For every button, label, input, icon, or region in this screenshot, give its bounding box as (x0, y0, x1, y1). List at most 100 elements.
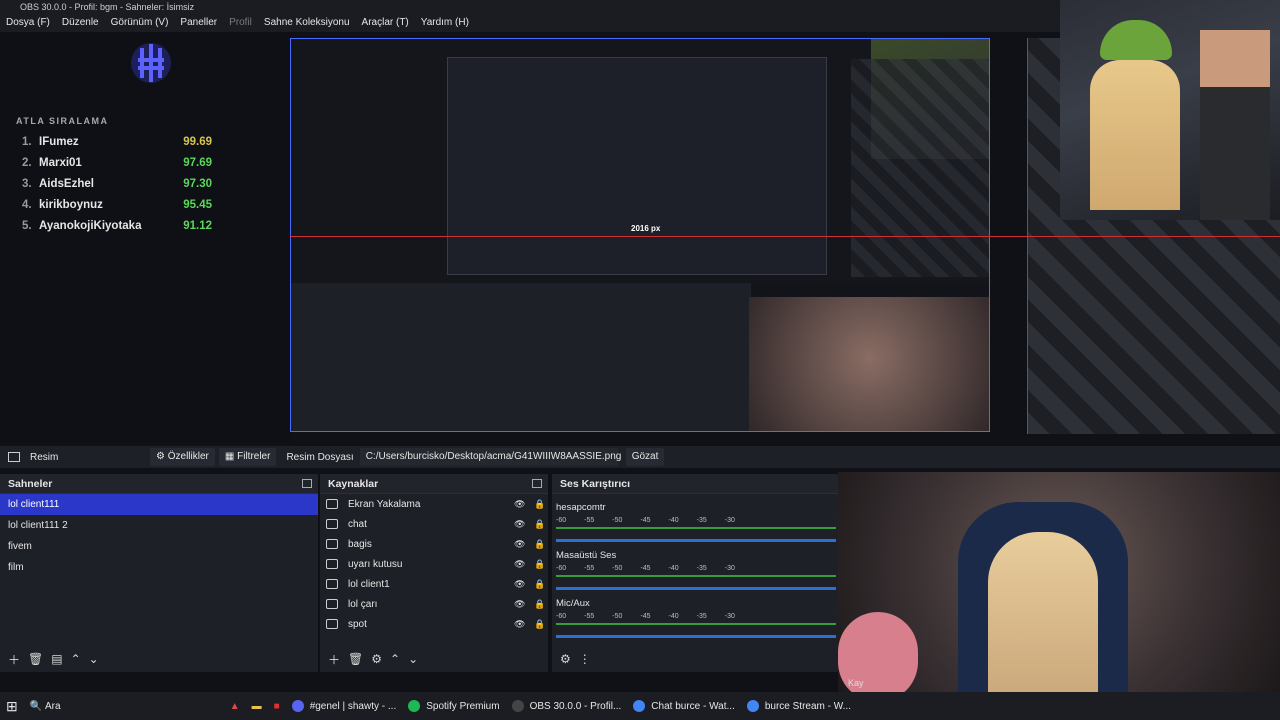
level-meter (556, 527, 836, 529)
eye-icon[interactable]: 👁 (514, 579, 528, 590)
menu-item[interactable]: Düzenle (62, 14, 99, 32)
level-meter (556, 623, 836, 625)
mixer-channel: Masaüstü Ses -60 -55 -50 -45 -40 -35 -30 (556, 550, 840, 590)
lock-icon[interactable]: 🔒 (534, 559, 548, 570)
source-label: Ekran Yakalama (348, 498, 421, 510)
source-item[interactable]: lol client1 👁 🔒 (320, 574, 548, 594)
scale-tick: -45 (640, 517, 651, 524)
browse-button[interactable]: Gözat (625, 448, 665, 466)
lock-icon[interactable]: 🔒 (534, 499, 548, 510)
gear-icon[interactable]: ⚙ (371, 652, 382, 666)
up-icon[interactable]: ⌃ (71, 652, 81, 666)
taskbar-app[interactable]: Chat burce - Wat... (627, 692, 741, 720)
undock-icon[interactable] (302, 479, 312, 488)
lock-icon[interactable]: 🔒 (534, 579, 548, 590)
scale-tick: -55 (584, 613, 595, 620)
gear-icon[interactable]: ⚙ (560, 652, 571, 666)
app-label: OBS 30.0.0 - Profil... (529, 700, 622, 712)
source-label: chat (348, 518, 367, 530)
globe-icon (326, 599, 338, 609)
source-label: uyarı kutusu (348, 558, 403, 570)
menu-item[interactable]: Yardım (H) (421, 14, 469, 32)
scene-item[interactable]: fivem (0, 536, 318, 557)
hat-shape (1100, 20, 1172, 60)
taskbar-app[interactable]: OBS 30.0.0 - Profil... (506, 692, 628, 720)
undock-icon[interactable] (532, 479, 542, 488)
image-icon (8, 452, 20, 462)
menu-item[interactable]: Sahne Koleksiyonu (264, 14, 350, 32)
eye-icon[interactable]: 👁 (514, 619, 528, 630)
filters-button[interactable]: ▦ Filtreler (218, 448, 277, 466)
lock-icon[interactable]: 🔒 (534, 599, 548, 610)
leaderboard-row: 5. AyanokojiKiyotaka 91.12 (22, 220, 212, 238)
lock-icon[interactable]: 🔒 (534, 519, 548, 530)
eye-icon[interactable]: 👁 (514, 599, 528, 610)
menu-item[interactable]: Profil (229, 14, 252, 32)
lock-icon[interactable]: 🔒 (534, 539, 548, 550)
eye-icon[interactable]: 👁 (514, 519, 528, 530)
rank: 4. (22, 199, 32, 211)
photo-source[interactable] (1060, 0, 1280, 220)
scale-tick: -35 (696, 565, 707, 572)
scene-item[interactable]: film (0, 557, 318, 578)
source-item[interactable]: bagis 👁 🔒 (320, 534, 548, 554)
scale-tick: -35 (696, 613, 707, 620)
add-icon[interactable]: ＋ (8, 651, 20, 668)
file-path-field[interactable]: C:/Users/burcisko/Desktop/acma/G41WIIIW8… (359, 448, 621, 466)
menu-item[interactable]: Araçlar (T) (362, 14, 409, 32)
volume-slider[interactable] (556, 635, 836, 638)
up-icon[interactable]: ⌃ (390, 652, 400, 666)
pinned-app-icon[interactable]: ▲ (224, 692, 246, 720)
windows-start-icon[interactable]: ⊞ (0, 692, 24, 720)
leaderboard-row: 2. Marxi01 97.69 (22, 157, 212, 175)
scale-tick: -45 (640, 565, 651, 572)
menu-item[interactable]: Görünüm (V) (111, 14, 169, 32)
rank: 5. (22, 220, 32, 232)
down-icon[interactable]: ⌄ (89, 652, 99, 666)
scene-item[interactable]: lol client111 2 (0, 515, 318, 536)
webcam-source[interactable]: Kay (838, 472, 1280, 702)
source-item[interactable]: spot 👁 🔒 (320, 614, 548, 634)
menu-item[interactable]: Paneller (180, 14, 217, 32)
taskbar-app[interactable]: Spotify Premium (402, 692, 505, 720)
taskbar: ⊞ 🔍 Ara ▲ ▬ ■ #genel | shawty - ... Spoti… (0, 692, 1280, 720)
filter-icon[interactable]: ▤ (51, 652, 62, 666)
menu-dots-icon[interactable]: ⋮ (579, 652, 591, 666)
globe-icon (326, 519, 338, 529)
source-item[interactable]: chat 👁 🔒 (320, 514, 548, 534)
folder-icon[interactable]: ▬ (246, 692, 268, 720)
pinned-app-icon[interactable]: ■ (268, 692, 286, 720)
scene-item[interactable]: lol client111 (0, 494, 318, 515)
volume-slider[interactable] (556, 587, 836, 590)
team-logo-icon (131, 43, 171, 83)
eye-icon[interactable]: 👁 (514, 539, 528, 550)
volume-slider[interactable] (556, 539, 836, 542)
source-label: lol çarı (348, 598, 378, 610)
nested-webcam (749, 297, 989, 431)
trash-icon[interactable]: 🗑 (28, 652, 43, 666)
taskbar-app[interactable]: #genel | shawty - ... (286, 692, 403, 720)
leaderboard-panel: ATLA SIRALAMA 1. IFumez 99.69 2. Marxi01 97.6… (0, 32, 290, 442)
app-label: #genel | shawty - ... (309, 700, 397, 712)
properties-button[interactable]: ⚙ Özellikler (150, 448, 215, 466)
menu-item[interactable]: Dosya (F) (6, 14, 50, 32)
source-item[interactable]: lol çarı 👁 🔒 (320, 594, 548, 614)
preview-canvas[interactable]: 2016 px (290, 38, 990, 432)
taskbar-search[interactable]: 🔍 Ara (24, 692, 224, 720)
add-icon[interactable]: ＋ (328, 651, 340, 668)
down-icon[interactable]: ⌄ (408, 652, 418, 666)
app-icon (408, 700, 421, 712)
trash-icon[interactable]: 🗑 (348, 652, 363, 666)
player-score: 99.69 (183, 136, 212, 148)
eye-icon[interactable]: 👁 (514, 499, 528, 510)
source-item[interactable]: uyarı kutusu 👁 🔒 (320, 554, 548, 574)
scale-tick: -35 (696, 517, 707, 524)
scale-tick: -40 (668, 613, 679, 620)
mixer-channel: Mic/Aux -60 -55 -50 -45 -40 -35 -30 (556, 598, 840, 638)
eye-icon[interactable]: 👁 (514, 559, 528, 570)
scale-tick: -50 (612, 517, 623, 524)
lock-icon[interactable]: 🔒 (534, 619, 548, 630)
source-item[interactable]: Ekran Yakalama 👁 🔒 (320, 494, 548, 514)
taskbar-app[interactable]: burce Stream - W... (741, 692, 857, 720)
channel-name: hesapcomtr (556, 502, 606, 513)
